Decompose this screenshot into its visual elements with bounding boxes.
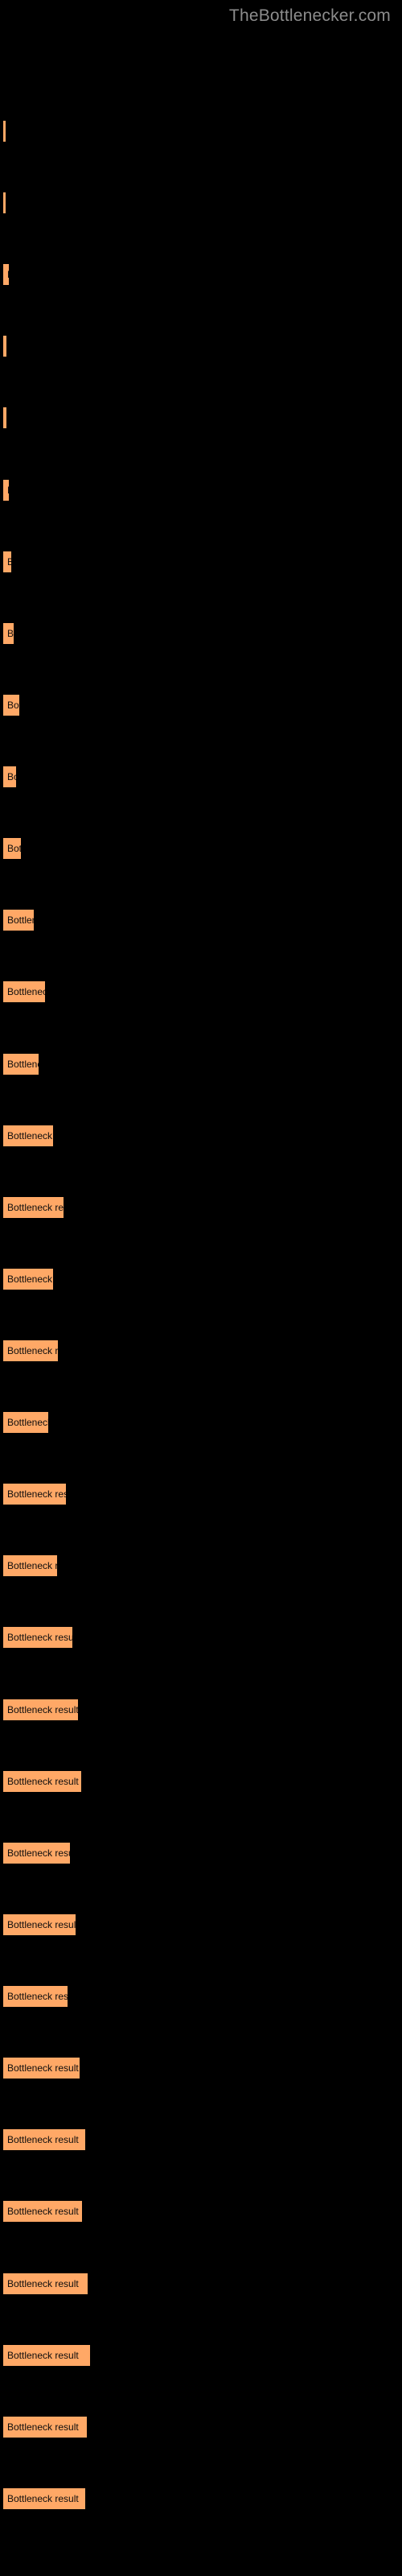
bar[interactable]: Bottleneck result xyxy=(3,1125,53,1146)
bar[interactable]: Bottleneck result xyxy=(3,1053,39,1075)
bar[interactable]: Bottleneck result xyxy=(3,694,19,716)
bar[interactable]: Bottleneck result xyxy=(3,121,6,142)
bar[interactable]: Bottleneck result xyxy=(3,1340,58,1361)
bar[interactable]: Bottleneck result xyxy=(3,1699,78,1720)
chart-page: TheBottlenecker.com Bottleneck resultBot… xyxy=(0,0,402,2576)
bar-label: Bottleneck result xyxy=(7,2134,79,2146)
bar-label: Bottleneck result xyxy=(7,1129,53,1141)
bar-label: Bottleneck result xyxy=(7,1417,48,1429)
bar-label: Bottleneck result xyxy=(7,771,16,783)
bar-label: Bottleneck result xyxy=(7,2492,79,2504)
bar[interactable]: Bottleneck result xyxy=(3,1268,53,1290)
bar-label: Bottleneck result xyxy=(7,2062,79,2074)
bar-label: Bottleneck result xyxy=(7,2421,79,2433)
bar[interactable]: Bottleneck result xyxy=(3,551,11,572)
bar-label: Bottleneck result xyxy=(7,269,9,280)
bar[interactable]: Bottleneck result xyxy=(3,910,34,931)
site-watermark: TheBottlenecker.com xyxy=(228,6,391,25)
bar[interactable]: Bottleneck result xyxy=(3,2487,85,2509)
bar[interactable]: Bottleneck result xyxy=(3,2058,80,2079)
bar[interactable]: Bottleneck result xyxy=(3,622,14,644)
bar[interactable]: Bottleneck result xyxy=(3,479,9,501)
bar[interactable]: Bottleneck result xyxy=(3,407,6,429)
bar[interactable]: Bottleneck result xyxy=(3,192,6,214)
bar[interactable]: Bottleneck result xyxy=(3,1484,66,1505)
bar-label: Bottleneck result xyxy=(7,914,34,927)
bar-label: Bottleneck result xyxy=(7,485,9,496)
bar-label: Bottleneck result xyxy=(7,1847,70,1859)
bar[interactable]: Bottleneck result xyxy=(3,1842,70,1864)
bar[interactable]: Bottleneck result xyxy=(3,981,45,1003)
bar-label: Bottleneck result xyxy=(7,555,11,568)
bar[interactable]: Bottleneck result xyxy=(3,1986,68,2008)
bar-label: Bottleneck result xyxy=(7,843,21,855)
bar-label: Bottleneck result xyxy=(7,986,45,998)
bar-label: Bottleneck result xyxy=(7,627,14,639)
bar-label: Bottleneck result xyxy=(7,1058,39,1070)
bar-label: Bottleneck result xyxy=(7,1991,68,2003)
bar[interactable]: Bottleneck result xyxy=(3,1770,81,1792)
horizontal-bar-chart: Bottleneck result Bottleneck result Bottle… xyxy=(0,121,402,2560)
bar-label: Bottleneck result xyxy=(7,1703,78,1715)
bar[interactable]: Bottleneck result xyxy=(3,766,16,788)
bar[interactable]: Bottleneck result xyxy=(3,2344,90,2366)
bar-label: Bottleneck result xyxy=(7,1488,66,1501)
bar-label: Bottleneck result xyxy=(7,2277,79,2289)
bar-label: Bottleneck result xyxy=(7,1201,64,1213)
bar[interactable]: Bottleneck result xyxy=(3,2273,88,2294)
bar[interactable]: Bottleneck result xyxy=(3,2416,87,2438)
bar-label: Bottleneck result xyxy=(7,699,19,711)
bar[interactable]: Bottleneck result xyxy=(3,264,9,286)
bar-label: Bottleneck result xyxy=(7,1918,76,1930)
bar-label: Bottleneck result xyxy=(7,1560,57,1572)
bar[interactable]: Bottleneck result xyxy=(3,1913,76,1935)
bar[interactable]: Bottleneck result xyxy=(3,1555,57,1577)
bar[interactable]: Bottleneck result xyxy=(3,1627,72,1649)
bar-label: Bottleneck result xyxy=(7,1775,79,1787)
bar[interactable]: Bottleneck result xyxy=(3,1196,64,1218)
bar-label: Bottleneck result xyxy=(7,1345,58,1356)
bar[interactable]: Bottleneck result xyxy=(3,2129,85,2151)
bar[interactable]: Bottleneck result xyxy=(3,336,6,357)
bar[interactable]: Bottleneck result xyxy=(3,838,21,860)
bar-label: Bottleneck result xyxy=(7,1273,53,1285)
bar[interactable]: Bottleneck result xyxy=(3,1412,48,1434)
bar-label: Bottleneck result xyxy=(7,2206,79,2218)
bar-label: Bottleneck result xyxy=(7,2349,79,2361)
bar-label: Bottleneck result xyxy=(7,1632,72,1644)
bar[interactable]: Bottleneck result xyxy=(3,2201,82,2223)
